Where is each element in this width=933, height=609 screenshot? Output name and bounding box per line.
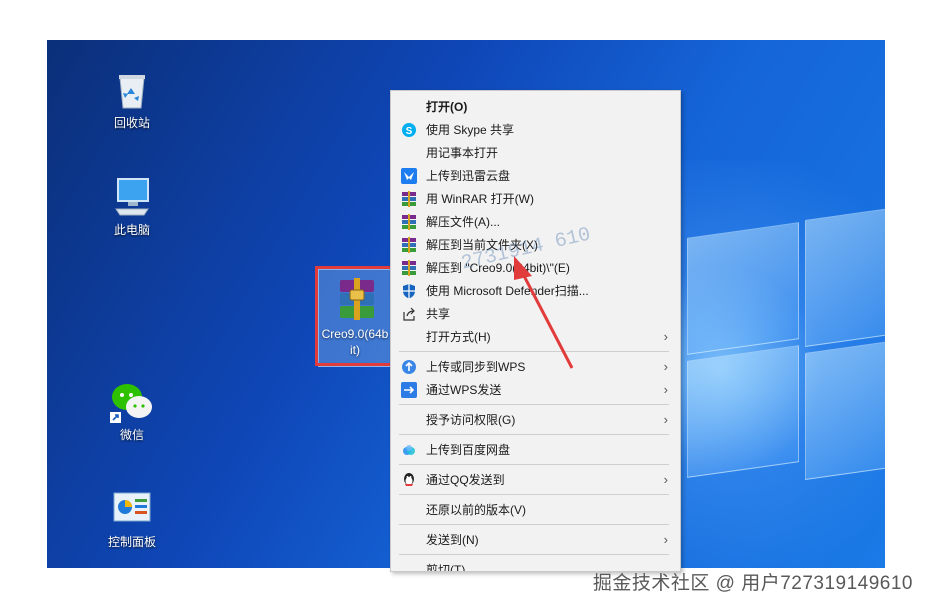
menu-separator xyxy=(399,524,669,525)
control-panel-icon xyxy=(113,492,151,522)
share-icon xyxy=(403,307,415,321)
menu-item-restore-versions[interactable]: 还原以前的版本(V) xyxy=(391,499,680,521)
watermark-text: 掘金技术社区 @ 用户727319149610 xyxy=(592,573,913,594)
annotation-arrow xyxy=(514,256,574,369)
skype-icon: S xyxy=(402,123,416,137)
menu-item-grant-access[interactable]: 授予访问权限(G) › xyxy=(391,409,680,431)
desktop-icon-control-panel[interactable]: 控制面板 xyxy=(87,487,177,549)
winrar-icon xyxy=(402,214,416,230)
chevron-right-icon: › xyxy=(663,359,668,374)
recycle-bin-icon xyxy=(119,75,145,109)
chevron-right-icon: › xyxy=(663,472,668,487)
wps-cloud-icon xyxy=(402,360,416,374)
defender-icon xyxy=(403,284,415,299)
qq-icon xyxy=(404,473,414,486)
menu-separator xyxy=(399,494,669,495)
desktop-icon-label: 回收站 xyxy=(113,116,150,130)
menu-item-upload-xunlei[interactable]: 上传到迅雷云盘 xyxy=(391,165,680,187)
chevron-right-icon: › xyxy=(663,382,668,397)
desktop-icon-label: 此电脑 xyxy=(113,223,150,237)
menu-item-open[interactable]: 打开(O) xyxy=(391,96,680,118)
menu-separator xyxy=(399,464,669,465)
menu-item-open-notepad[interactable]: 用记事本打开 xyxy=(391,142,680,164)
desktop-icon-wechat[interactable]: 微信 xyxy=(87,380,177,442)
desktop-icon-label: 控制面板 xyxy=(107,535,156,549)
menu-separator xyxy=(399,404,669,405)
menu-separator xyxy=(399,434,669,435)
winrar-icon xyxy=(402,191,416,207)
desktop-icon-label: 微信 xyxy=(119,428,144,442)
menu-item-send-to[interactable]: 发送到(N) › xyxy=(391,529,680,551)
chevron-right-icon: › xyxy=(663,329,668,344)
menu-item-wps-send[interactable]: 通过WPS发送 › xyxy=(391,379,680,401)
menu-item-open-winrar[interactable]: 用 WinRAR 打开(W) xyxy=(391,188,680,210)
desktop-icon-recycle-bin[interactable]: 回收站 xyxy=(87,68,177,130)
baidu-netdisk-icon xyxy=(403,445,415,455)
desktop-icon-this-pc[interactable]: 此电脑 xyxy=(87,175,177,237)
winrar-icon xyxy=(402,260,416,276)
highlight-frame xyxy=(315,266,395,366)
menu-item-send-qq[interactable]: 通过QQ发送到 › xyxy=(391,469,680,491)
xunlei-icon xyxy=(401,168,417,184)
computer-icon xyxy=(115,178,149,216)
wechat-icon xyxy=(110,384,152,423)
chevron-right-icon: › xyxy=(663,532,668,547)
menu-item-extract-files[interactable]: 解压文件(A)... xyxy=(391,211,680,233)
wps-send-icon xyxy=(401,382,417,398)
menu-item-baidu-netdisk[interactable]: 上传到百度网盘 xyxy=(391,439,680,461)
chevron-right-icon: › xyxy=(663,412,668,427)
windows-logo-wallpaper xyxy=(687,190,885,510)
svg-text:S: S xyxy=(406,126,413,137)
winrar-icon xyxy=(402,237,416,253)
menu-separator xyxy=(399,554,669,555)
menu-item-skype-share[interactable]: S 使用 Skype 共享 xyxy=(391,119,680,141)
